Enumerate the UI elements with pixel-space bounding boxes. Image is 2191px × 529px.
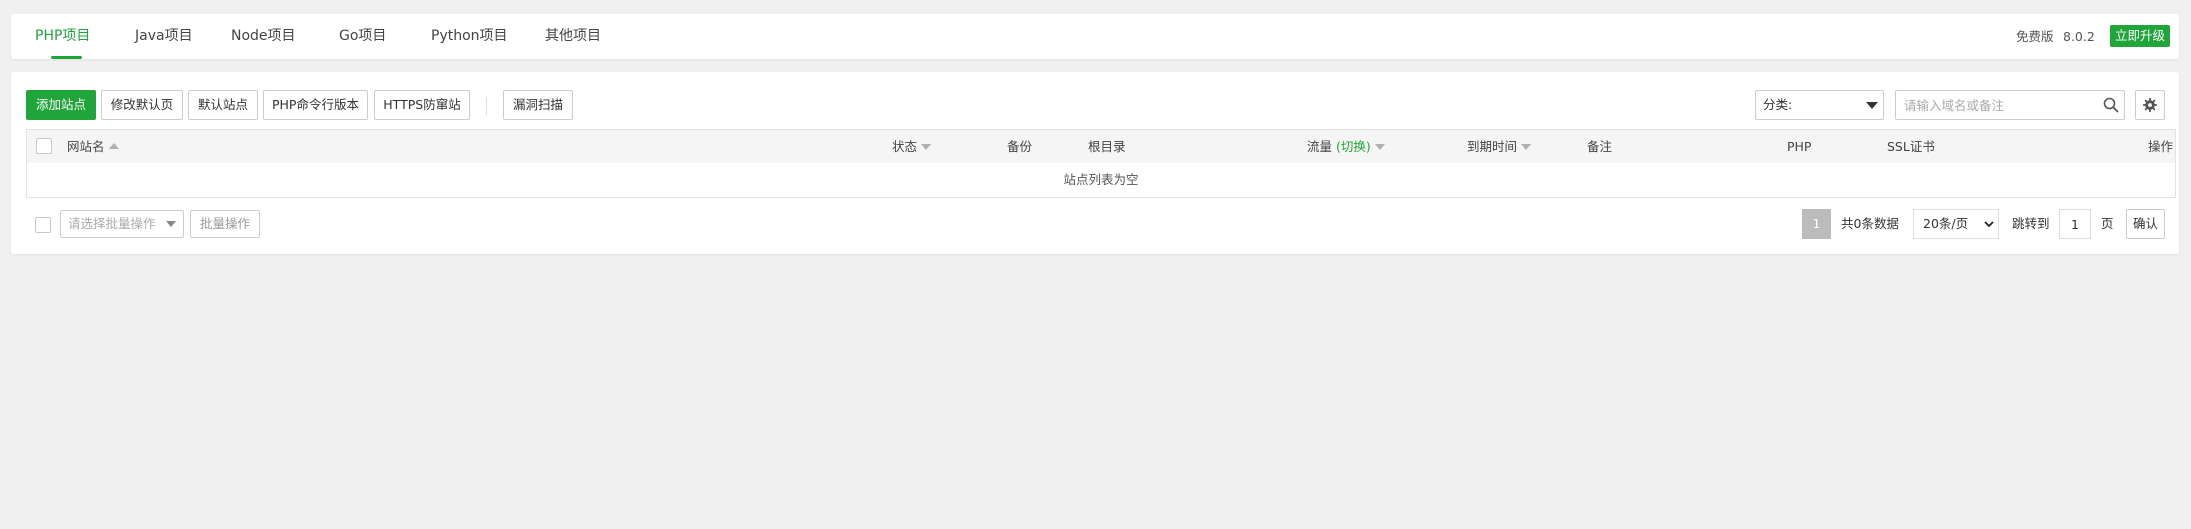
sort-down-icon — [1521, 144, 1532, 150]
page-unit-label: 页 — [2101, 216, 2114, 231]
batch-operation-select[interactable]: 请选择批量操作 — [60, 210, 184, 238]
default-site-button[interactable]: 默认站点 — [188, 90, 258, 120]
batch-select-checkbox[interactable] — [35, 217, 51, 233]
php-cli-version-button[interactable]: PHP命令行版本 — [263, 90, 368, 120]
version-number: 8.0.2 — [2063, 29, 2095, 44]
search-box — [1895, 90, 2125, 120]
column-php: PHP — [1787, 139, 1812, 154]
column-traffic: 流量 (切换) — [1307, 130, 1385, 163]
sort-down-icon[interactable] — [1374, 144, 1385, 150]
column-remark: 备注 — [1587, 139, 1613, 154]
chevron-down-icon — [1866, 102, 1878, 109]
traffic-toggle-link[interactable]: (切换) — [1336, 139, 1371, 154]
column-traffic-label: 流量 — [1307, 139, 1333, 154]
settings-button[interactable] — [2135, 90, 2165, 120]
chevron-down-icon — [166, 221, 176, 227]
tab-node-project[interactable]: Node项目 — [231, 14, 296, 59]
confirm-jump-button[interactable]: 确认 — [2126, 209, 2165, 239]
batch-operation-placeholder: 请选择批量操作 — [68, 216, 156, 231]
total-count-text: 共0条数据 — [1841, 216, 1899, 231]
category-select-label: 分类: — [1763, 97, 1793, 112]
column-status[interactable]: 状态 — [892, 130, 932, 163]
tab-java-project[interactable]: Java项目 — [135, 14, 193, 59]
jump-page-input[interactable] — [2059, 209, 2091, 239]
column-backup: 备份 — [1007, 139, 1033, 154]
per-page-select[interactable]: 20条/页 — [1913, 209, 1999, 239]
column-root-dir: 根目录 — [1088, 139, 1126, 154]
category-select[interactable]: 分类: — [1755, 90, 1884, 120]
sort-down-icon — [921, 144, 932, 150]
search-icon[interactable] — [2103, 97, 2119, 113]
add-site-button[interactable]: 添加站点 — [26, 90, 96, 120]
project-tabs-bar: PHP项目 Java项目 Node项目 Go项目 Python项目 其他项目 免… — [11, 14, 2179, 59]
https-protection-button[interactable]: HTTPS防窜站 — [374, 90, 470, 120]
column-actions: 操作 — [2148, 139, 2174, 154]
gear-icon — [2143, 98, 2157, 112]
empty-list-message: 站点列表为空 — [1063, 172, 1139, 187]
table-header: 网站名 状态 备份 根目录 流量 (切换) 到期时间 备注 PHP SSL证书 … — [26, 129, 2176, 164]
sort-up-icon — [108, 143, 119, 149]
toolbar-divider — [486, 97, 487, 115]
upgrade-button[interactable]: 立即升级 — [2110, 25, 2170, 47]
chevron-down-icon — [1984, 221, 1994, 228]
column-ssl: SSL证书 — [1887, 139, 1935, 154]
column-status-label: 状态 — [892, 139, 918, 154]
table-body: 站点列表为空 — [26, 163, 2176, 198]
select-all-checkbox[interactable] — [36, 138, 52, 154]
batch-operation-button[interactable]: 批量操作 — [190, 210, 260, 238]
jump-to-label: 跳转到 — [2012, 216, 2050, 231]
search-input[interactable] — [1897, 92, 2092, 118]
column-site-name-label: 网站名 — [67, 139, 105, 154]
tab-other-project[interactable]: 其他项目 — [545, 14, 601, 59]
tab-php-project[interactable]: PHP项目 — [35, 14, 90, 59]
column-expire-time[interactable]: 到期时间 — [1467, 130, 1532, 163]
column-site-name[interactable]: 网站名 — [67, 130, 119, 163]
edit-default-page-button[interactable]: 修改默认页 — [101, 90, 183, 120]
vuln-scan-button[interactable]: 漏洞扫描 — [503, 90, 573, 120]
active-tab-indicator — [51, 56, 82, 59]
site-list-panel: 添加站点 修改默认页 默认站点 PHP命令行版本 HTTPS防窜站 漏洞扫描 分… — [11, 72, 2179, 254]
edition-label: 免费版 — [2016, 29, 2054, 44]
tab-go-project[interactable]: Go项目 — [339, 14, 386, 59]
current-page-number[interactable]: 1 — [1802, 209, 1831, 239]
column-expire-time-label: 到期时间 — [1467, 139, 1518, 154]
per-page-value: 20条/页 — [1923, 216, 1969, 231]
tab-python-project[interactable]: Python项目 — [431, 14, 508, 59]
